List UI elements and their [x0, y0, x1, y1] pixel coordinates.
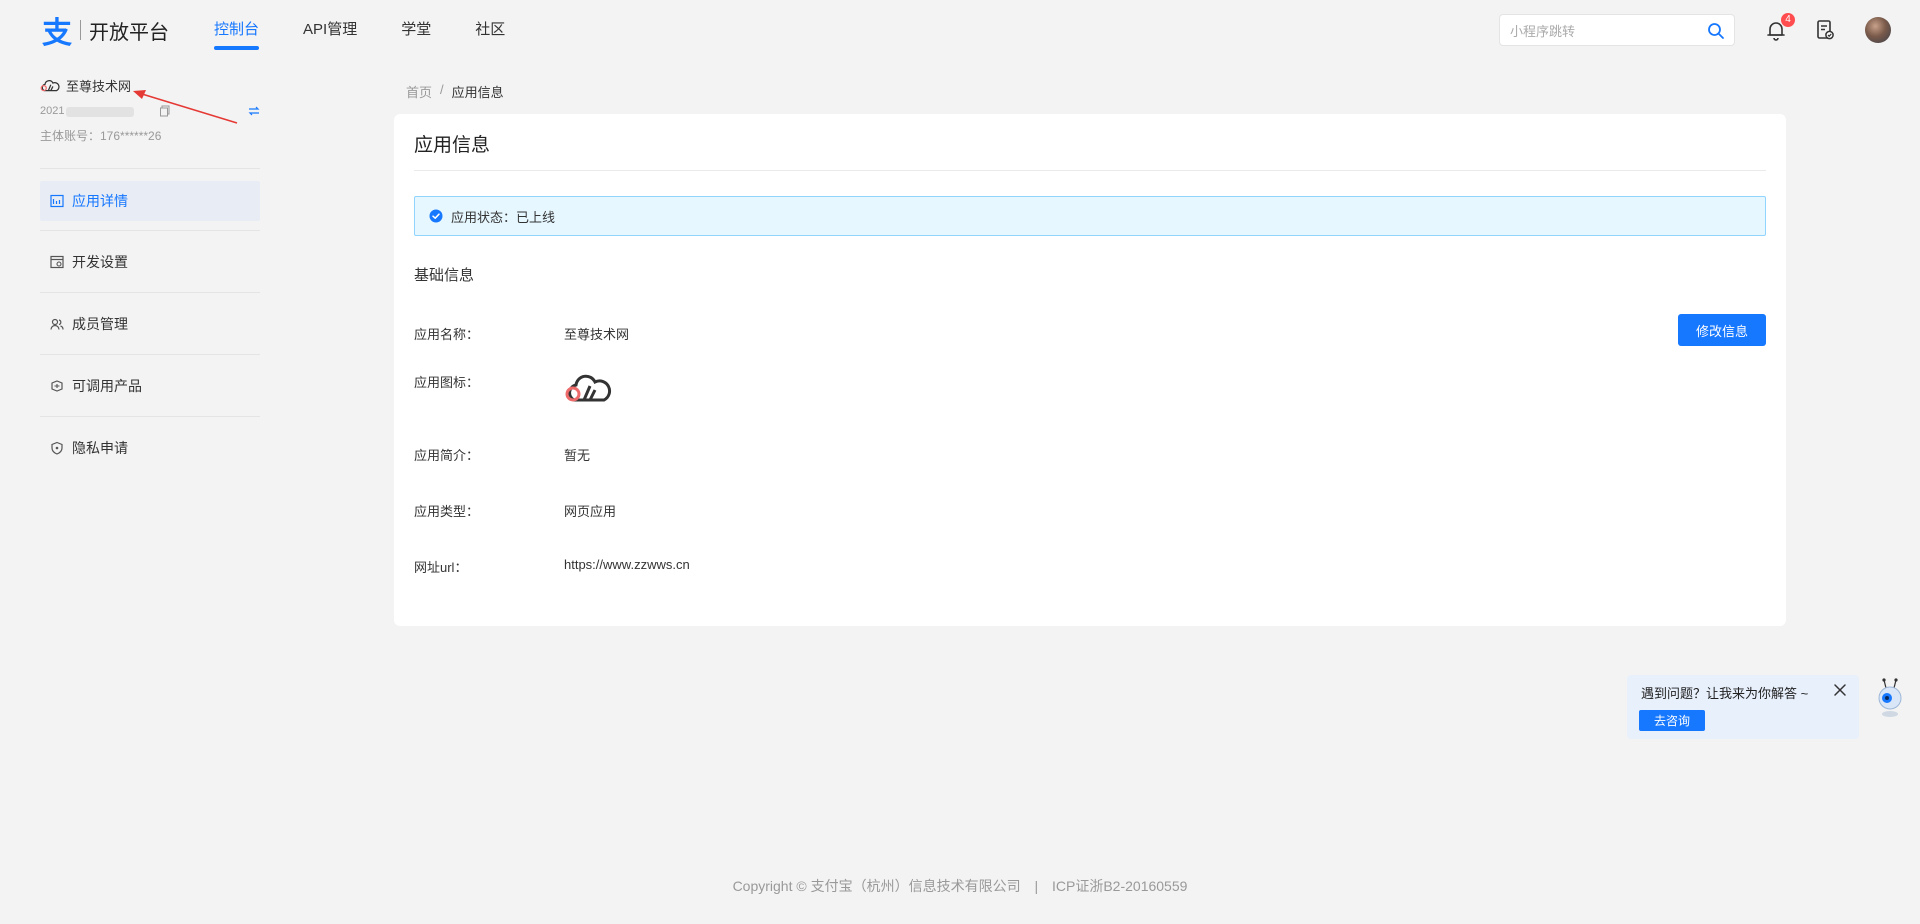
shield-icon [51, 441, 63, 455]
app-details-icon [50, 194, 64, 208]
app-logo-icon [565, 374, 612, 402]
app-status-alert: 应用状态：已上线 [414, 196, 1766, 236]
sidebar-item-privacy[interactable]: 隐私申请 [40, 428, 260, 468]
app-logo-icon [40, 79, 60, 91]
sidebar-item-products[interactable]: 可调用产品 [40, 366, 260, 406]
document-check-icon[interactable] [1813, 18, 1837, 42]
app-name-value: 至尊技术网 [564, 327, 630, 342]
logo-divider [80, 20, 81, 40]
sidebar-item-app-details[interactable]: 应用详情 [40, 181, 260, 221]
search-input[interactable] [1500, 15, 1702, 47]
footer-separator: | [1034, 878, 1039, 894]
sidebar-app-name: 至尊技术网 [66, 79, 132, 94]
members-icon [50, 318, 64, 330]
app-id-masked [66, 107, 134, 117]
sidebar-app-header: 至尊技术网 [40, 76, 131, 95]
notification-badge: 4 [1781, 13, 1795, 27]
footer-icp[interactable]: ICP证浙B2-20160559 [1052, 878, 1187, 894]
dev-settings-icon [50, 255, 64, 269]
sidebar-divider [40, 416, 260, 417]
help-widget: 遇到问题？让我来为你解答 ~ 去咨询 [1627, 675, 1859, 739]
app-url-label: 网址url： [414, 560, 468, 575]
top-nav: 控制台 API管理 学堂 社区 [214, 0, 549, 60]
breadcrumb-current: 应用信息 [451, 85, 504, 100]
app-intro-value: 暂无 [564, 448, 591, 463]
basic-info-heading: 基础信息 [414, 267, 475, 284]
nav-api-management[interactable]: API管理 [303, 0, 357, 60]
sidebar-item-label: 隐私申请 [72, 440, 128, 456]
breadcrumb: 首页 / 应用信息 [406, 82, 504, 101]
footer: Copyright © 支付宝（杭州）信息技术有限公司 | ICP证浙B2-20… [0, 876, 1920, 896]
nav-community[interactable]: 社区 [475, 0, 505, 60]
user-avatar[interactable] [1865, 17, 1891, 43]
alipay-logo-icon: 支 [42, 16, 72, 51]
nav-academy[interactable]: 学堂 [401, 0, 431, 60]
platform-logo[interactable]: 支 开放平台 [40, 12, 169, 51]
help-prompt: 遇到问题？让我来为你解答 ~ [1641, 686, 1809, 701]
sidebar-item-label: 应用详情 [72, 193, 128, 209]
app-type-label: 应用类型： [414, 504, 480, 519]
app-status-text: 应用状态：已上线 [451, 209, 556, 225]
breadcrumb-home[interactable]: 首页 [406, 82, 432, 101]
sidebar-divider [40, 168, 260, 169]
app-url-value: https://www.zzwws.cn [564, 557, 690, 572]
footer-copyright: Copyright © 支付宝（杭州）信息技术有限公司 [732, 878, 1021, 894]
app-type-value: 网页应用 [564, 504, 617, 519]
check-circle-icon [429, 209, 443, 223]
sidebar-item-label: 可调用产品 [72, 378, 142, 394]
sidebar-divider [40, 230, 260, 231]
app-id: 2021 [40, 105, 65, 117]
assistant-robot-icon[interactable] [1872, 676, 1908, 720]
logo-text: 开放平台 [89, 21, 169, 44]
sidebar-item-dev-settings[interactable]: 开发设置 [40, 242, 260, 282]
annotation-arrow-icon [133, 90, 238, 124]
sidebar-item-label: 成员管理 [72, 316, 128, 332]
consult-button[interactable]: 去咨询 [1639, 710, 1705, 731]
top-header: 支 开放平台 控制台 API管理 学堂 社区 4 [0, 0, 1920, 60]
app-info-card: 应用信息 应用状态：已上线 基础信息 应用名称： 至尊技术网 修改信息 应用图标… [394, 114, 1786, 626]
page-title: 应用信息 [414, 135, 491, 156]
switch-app-icon[interactable] [248, 105, 260, 117]
edit-info-button[interactable]: 修改信息 [1678, 314, 1766, 346]
sidebar-item-members[interactable]: 成员管理 [40, 304, 260, 344]
owner-account: 主体账号：176******26 [40, 129, 162, 143]
sidebar-divider [40, 292, 260, 293]
sidebar-divider [40, 354, 260, 355]
search-icon[interactable] [1706, 21, 1726, 41]
title-divider [414, 170, 1766, 171]
products-icon [51, 380, 63, 392]
sidebar-item-label: 开发设置 [72, 254, 128, 270]
miniapp-search [1499, 14, 1735, 47]
close-icon[interactable] [1833, 683, 1847, 697]
breadcrumb-separator: / [440, 82, 444, 97]
app-name-label: 应用名称： [414, 327, 480, 342]
app-intro-label: 应用简介： [414, 448, 480, 463]
nav-console[interactable]: 控制台 [214, 0, 260, 60]
app-icon-label: 应用图标： [414, 375, 480, 390]
